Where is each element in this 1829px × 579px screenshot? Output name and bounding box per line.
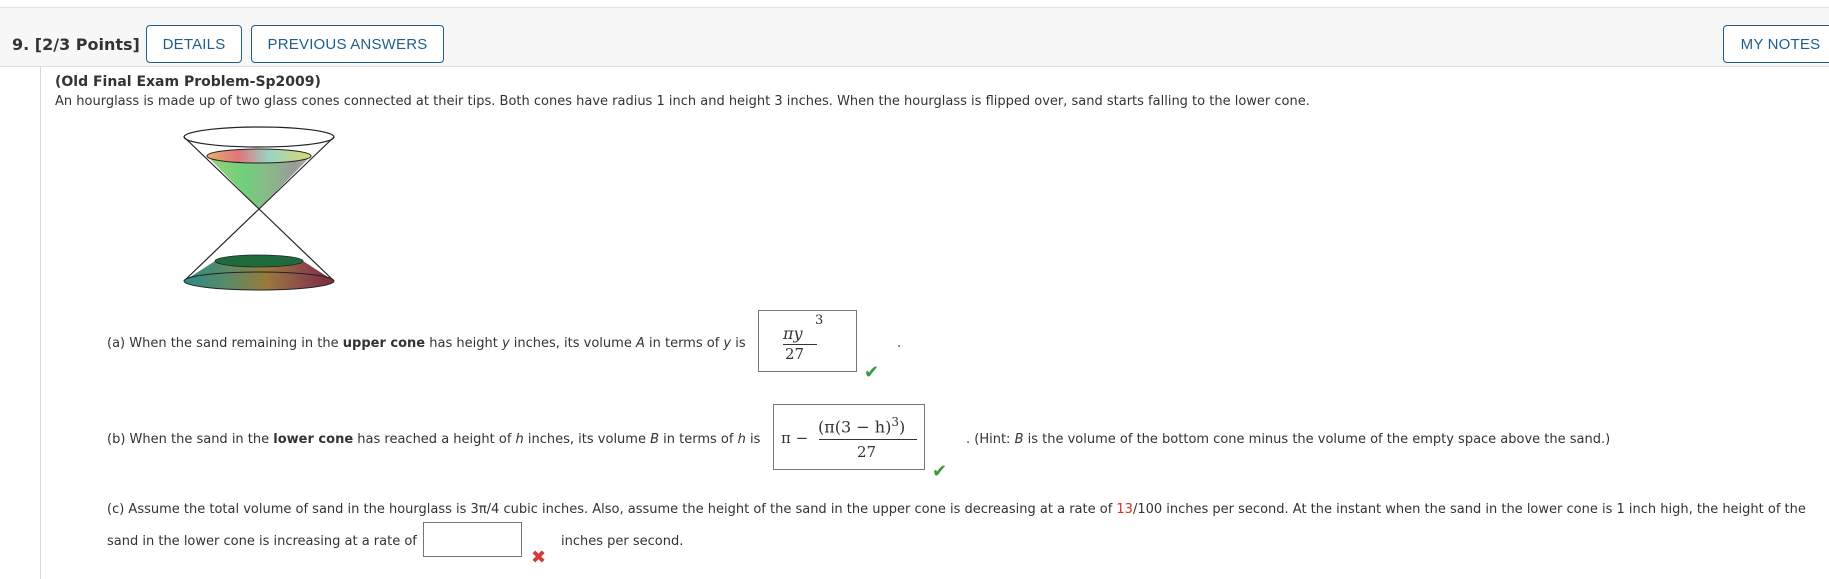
part-b-close-paren: )	[898, 417, 906, 437]
check-icon: ✔	[932, 461, 948, 482]
part-c-line-1: (c) Assume the total volume of sand in t…	[107, 502, 1806, 517]
part-a-text-5: is	[731, 336, 746, 351]
part-b-hint-1: . (Hint:	[966, 432, 1015, 447]
part-a-prompt: (a) When the sand remaining in the upper…	[107, 336, 746, 351]
part-b-var-2: B	[650, 432, 660, 447]
part-c-line-2: sand in the lower cone is increasing at …	[107, 534, 417, 549]
part-b-var-3: h	[737, 432, 746, 447]
problem-intro: An hourglass is made up of two glass con…	[55, 94, 1310, 109]
part-a-var-1: y	[501, 336, 510, 351]
question-label: 9. [2/3 Points]	[12, 35, 140, 54]
part-a-answer-exponent: 3	[815, 313, 824, 328]
part-b-answer-numerator: (π(3 − h)3)	[818, 415, 905, 436]
part-a-text-4: in terms of	[644, 336, 724, 351]
previous-answers-button[interactable]: PREVIOUS ANSWERS	[251, 25, 444, 63]
content-left-rule	[40, 67, 41, 579]
part-b-text-3: inches, its volume	[523, 432, 651, 447]
part-b-fraction-bar	[819, 439, 917, 440]
part-b-hint: . (Hint: B is the volume of the bottom c…	[966, 432, 1610, 447]
question-header: 9. [2/3 Points] DETAILS PREVIOUS ANSWERS…	[0, 8, 1829, 67]
part-a-period: .	[897, 336, 902, 351]
part-b-text-5: is	[745, 432, 761, 447]
part-b-prompt: (b) When the sand in the lower cone has …	[107, 432, 760, 447]
part-b-bold: lower cone	[273, 432, 354, 447]
part-a-answer-denominator: 27	[785, 345, 805, 363]
part-a-answer-numerator: πy	[783, 324, 803, 343]
part-b-answer-denominator: 27	[857, 443, 877, 461]
part-a-var-2: A	[635, 336, 645, 351]
part-b-exponent: 3	[891, 415, 899, 429]
part-b-answer-box[interactable]: π − (π(3 − h)3) 27	[773, 404, 925, 470]
part-a-text-3: inches, its volume	[509, 336, 636, 351]
part-c-text-1: (c) Assume the total volume of sand in t…	[107, 502, 1117, 517]
part-b-text-2: has reached a height of	[353, 432, 516, 447]
part-b-var-1: h	[515, 432, 524, 447]
part-b-pi-minus: π −	[781, 429, 809, 447]
question-number: 9.	[12, 35, 30, 54]
part-b-numerator-text: (π(3 − h)	[818, 417, 892, 437]
part-b-text-1: (b) When the sand in the	[107, 432, 274, 447]
part-c-rate-number: 13	[1116, 502, 1133, 517]
hourglass-figure	[183, 126, 335, 291]
part-a-answer-box[interactable]: πy 3 27	[758, 310, 857, 372]
details-button[interactable]: DETAILS	[146, 25, 242, 63]
check-icon: ✔	[864, 362, 880, 383]
part-c-answer-input[interactable]	[423, 522, 522, 557]
part-a-var-3: y	[723, 336, 732, 351]
question-points: [2/3 Points]	[34, 35, 140, 54]
part-a-bold: upper cone	[342, 336, 426, 351]
part-b-hint-var: B	[1014, 432, 1024, 447]
part-b-hint-2: is the volume of the bottom cone minus t…	[1023, 432, 1611, 447]
part-c-units: inches per second.	[561, 534, 684, 549]
part-a-text-2: has height	[425, 336, 502, 351]
part-b-text-4: in terms of	[659, 432, 738, 447]
my-notes-button[interactable]: MY NOTES	[1723, 25, 1829, 63]
part-a-text-1: (a) When the sand remaining in the	[107, 336, 343, 351]
part-c-text-2: /100 inches per second. At the instant w…	[1132, 502, 1806, 517]
cross-icon: ✖	[531, 547, 547, 568]
problem-title: (Old Final Exam Problem-Sp2009)	[55, 74, 321, 90]
